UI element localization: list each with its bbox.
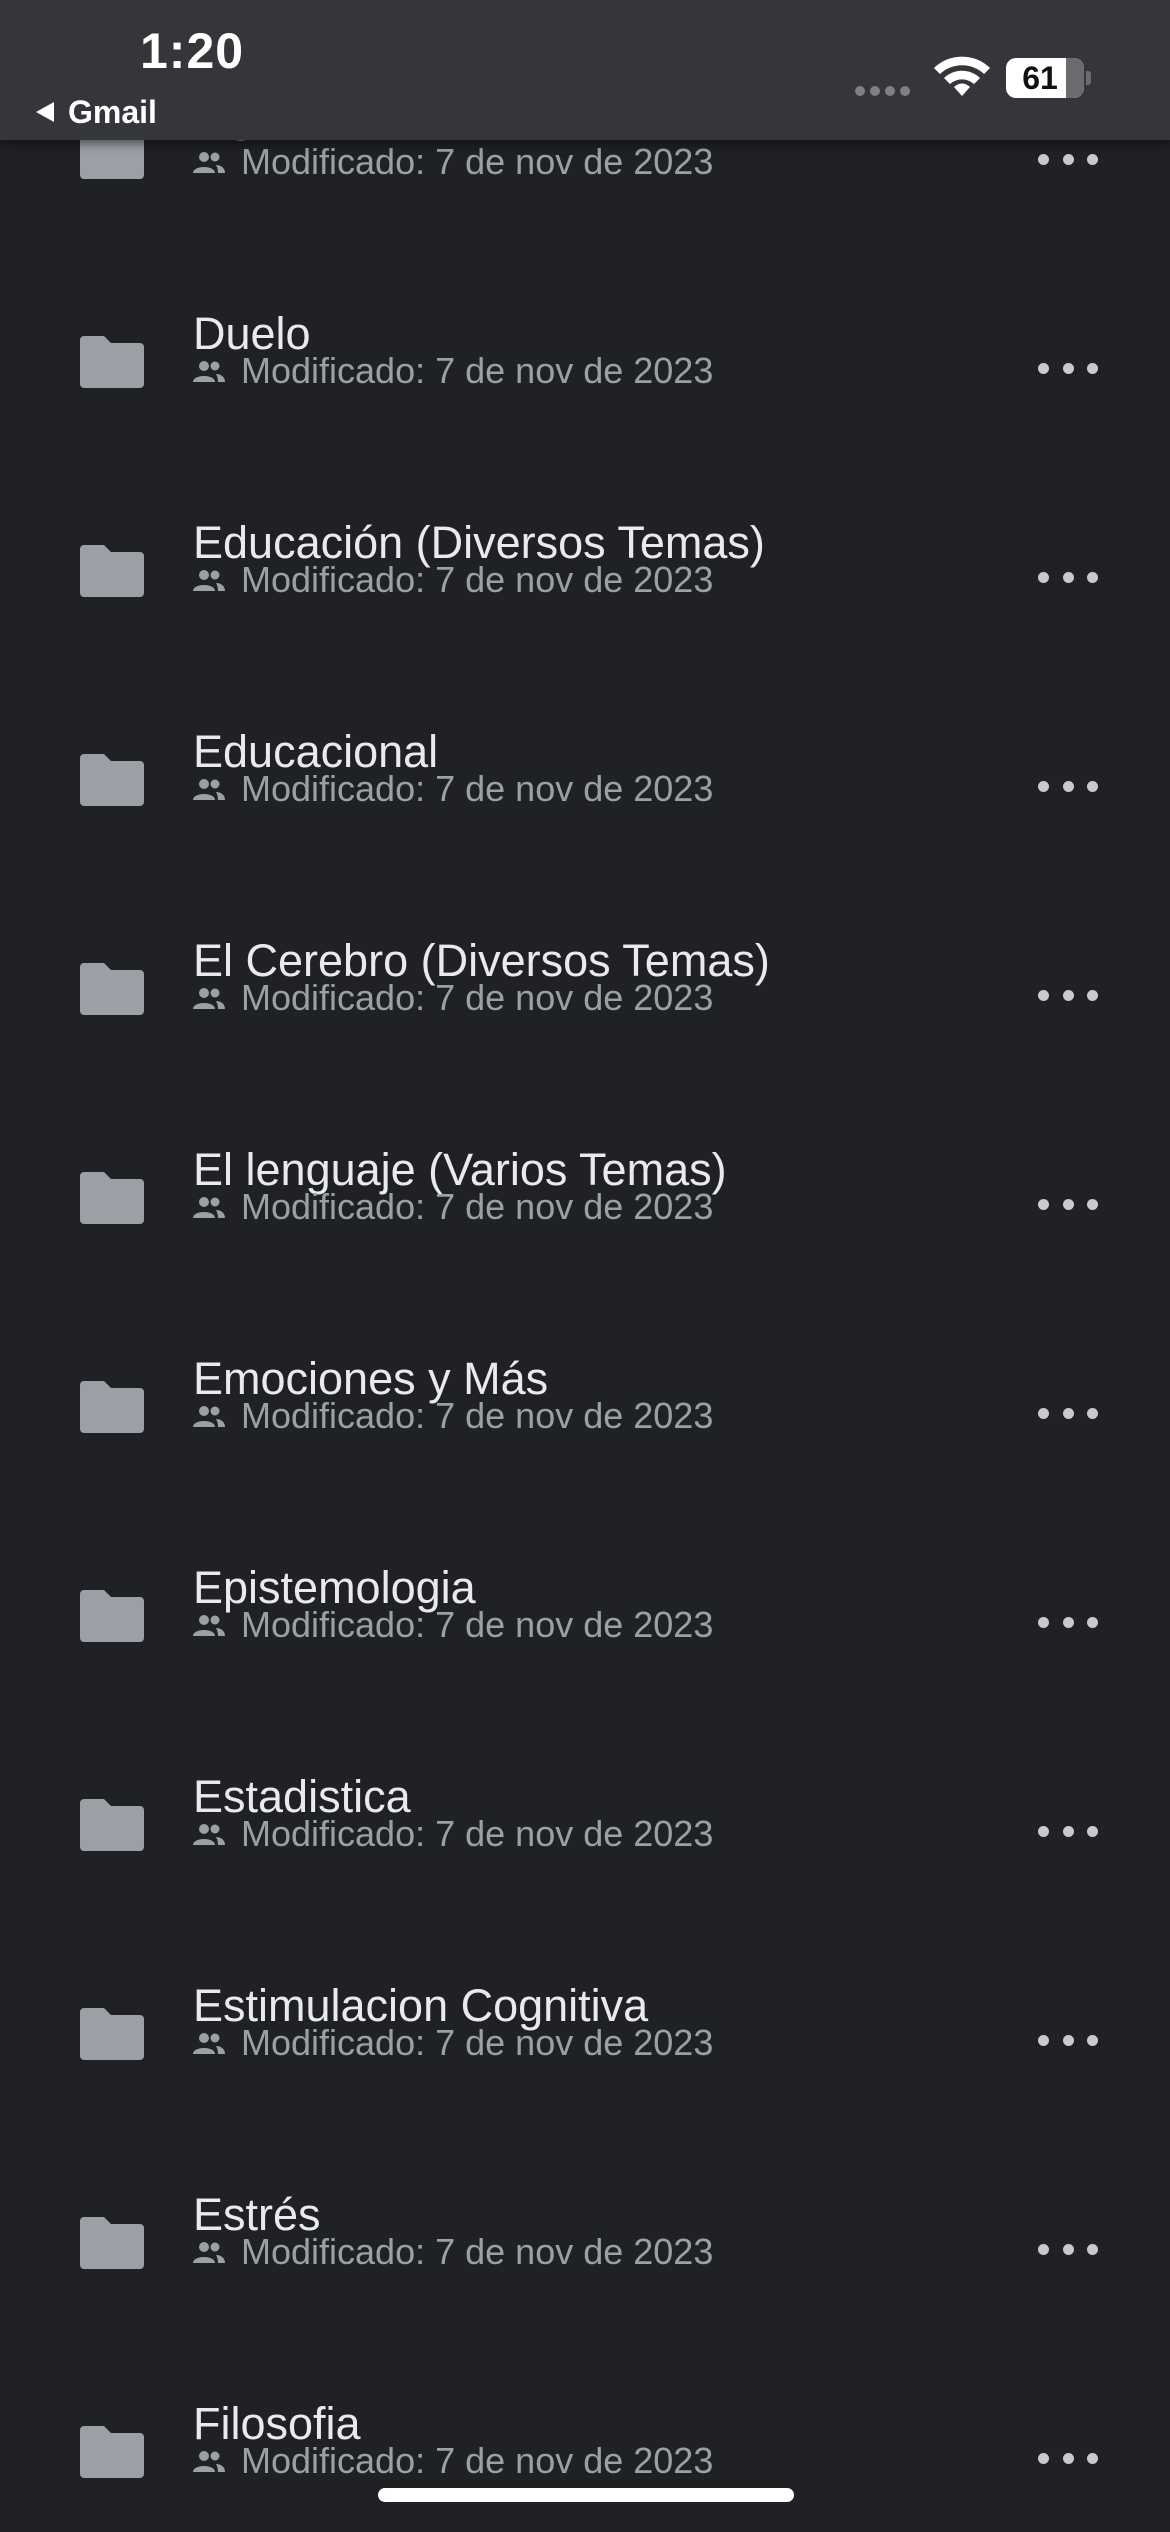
folder-icon bbox=[80, 1799, 144, 1851]
more-options-button[interactable] bbox=[1038, 975, 1098, 1015]
modified-date: Modificado: 7 de nov de 2023 bbox=[241, 2440, 714, 2481]
file-row[interactable]: Duelo Modificado: 7 de nov de 2023 bbox=[0, 238, 1170, 447]
file-row[interactable]: Estadistica Modificado: 7 de nov de 2023 bbox=[0, 1701, 1170, 1910]
folder-icon bbox=[80, 2008, 144, 2060]
more-options-button[interactable] bbox=[1038, 766, 1098, 806]
back-to-gmail-button[interactable]: Gmail bbox=[36, 92, 157, 132]
shared-people-icon bbox=[193, 2033, 225, 2054]
file-row[interactable]: Educacional Modificado: 7 de nov de 2023 bbox=[0, 656, 1170, 865]
shared-people-icon bbox=[193, 570, 225, 591]
wifi-icon bbox=[934, 56, 990, 96]
shared-people-icon bbox=[193, 988, 225, 1009]
file-meta: Modificado: 7 de nov de 2023 bbox=[193, 144, 713, 180]
battery-icon: 61 bbox=[1006, 58, 1084, 98]
shared-people-icon bbox=[193, 2242, 225, 2263]
battery-tip bbox=[1086, 71, 1091, 85]
modified-date: Modificado: 7 de nov de 2023 bbox=[241, 768, 714, 809]
folder-icon bbox=[80, 2426, 144, 2478]
cellular-signal-icon bbox=[855, 86, 910, 96]
back-app-label: Gmail bbox=[68, 93, 157, 130]
more-options-button[interactable] bbox=[1038, 557, 1098, 597]
more-options-button[interactable] bbox=[1038, 1184, 1098, 1224]
shared-people-icon bbox=[193, 1615, 225, 1636]
shared-people-icon bbox=[193, 152, 225, 173]
file-meta: Modificado: 7 de nov de 2023 bbox=[193, 353, 713, 389]
more-options-button[interactable] bbox=[1038, 1602, 1098, 1642]
file-meta: Modificado: 7 de nov de 2023 bbox=[193, 771, 713, 807]
modified-date: Modificado: 7 de nov de 2023 bbox=[241, 1186, 714, 1227]
shared-people-icon bbox=[193, 1406, 225, 1427]
more-options-button[interactable] bbox=[1038, 2229, 1098, 2269]
shared-people-icon bbox=[193, 1197, 225, 1218]
shared-people-icon bbox=[193, 1824, 225, 1845]
file-row[interactable]: Educación (Diversos Temas) Modificado: 7 … bbox=[0, 447, 1170, 656]
folder-icon bbox=[80, 336, 144, 388]
file-meta: Modificado: 7 de nov de 2023 bbox=[193, 2025, 713, 2061]
file-meta: Modificado: 7 de nov de 2023 bbox=[193, 562, 713, 598]
file-row[interactable]: Epistemologia Modificado: 7 de nov de 202… bbox=[0, 1492, 1170, 1701]
file-meta: Modificado: 7 de nov de 2023 bbox=[193, 980, 713, 1016]
modified-date: Modificado: 7 de nov de 2023 bbox=[241, 350, 714, 391]
status-time: 1:20 bbox=[140, 23, 245, 79]
more-options-button[interactable] bbox=[1038, 2020, 1098, 2060]
folder-icon bbox=[80, 963, 144, 1015]
status-bar: 1:20 Gmail 61 bbox=[0, 0, 1170, 140]
folder-icon bbox=[80, 754, 144, 806]
shared-people-icon bbox=[193, 779, 225, 800]
more-options-button[interactable] bbox=[1038, 2438, 1098, 2478]
more-options-button[interactable] bbox=[1038, 1811, 1098, 1851]
file-meta: Modificado: 7 de nov de 2023 bbox=[193, 2234, 713, 2270]
modified-date: Modificado: 7 de nov de 2023 bbox=[241, 559, 714, 600]
folder-icon bbox=[80, 545, 144, 597]
modified-date: Modificado: 7 de nov de 2023 bbox=[241, 1395, 714, 1436]
modified-date: Modificado: 7 de nov de 2023 bbox=[241, 977, 714, 1018]
modified-date: Modificado: 7 de nov de 2023 bbox=[241, 141, 714, 182]
file-row[interactable]: Emociones y Más Modificado: 7 de nov de 2… bbox=[0, 1283, 1170, 1492]
file-row[interactable]: El Cerebro (Diversos Temas) Modificado: 7… bbox=[0, 865, 1170, 1074]
modified-date: Modificado: 7 de nov de 2023 bbox=[241, 2022, 714, 2063]
more-options-button[interactable] bbox=[1038, 139, 1098, 179]
file-meta: Modificado: 7 de nov de 2023 bbox=[193, 1816, 713, 1852]
file-row[interactable]: Estimulacion Cognitiva Modificado: 7 de n… bbox=[0, 1910, 1170, 2119]
shared-people-icon bbox=[193, 2451, 225, 2472]
file-row[interactable]: Estrés Modificado: 7 de nov de 2023 bbox=[0, 2119, 1170, 2328]
folder-icon bbox=[80, 2217, 144, 2269]
more-options-button[interactable] bbox=[1038, 1393, 1098, 1433]
file-meta: Modificado: 7 de nov de 2023 bbox=[193, 1398, 713, 1434]
file-meta: Modificado: 7 de nov de 2023 bbox=[193, 1607, 713, 1643]
modified-date: Modificado: 7 de nov de 2023 bbox=[241, 2231, 714, 2272]
modified-date: Modificado: 7 de nov de 2023 bbox=[241, 1813, 714, 1854]
file-meta: Modificado: 7 de nov de 2023 bbox=[193, 1189, 713, 1225]
modified-date: Modificado: 7 de nov de 2023 bbox=[241, 1604, 714, 1645]
file-meta: Modificado: 7 de nov de 2023 bbox=[193, 2443, 713, 2479]
folder-icon bbox=[80, 1381, 144, 1433]
back-arrow-icon bbox=[36, 102, 54, 122]
folder-icon bbox=[80, 1172, 144, 1224]
folder-icon bbox=[80, 1590, 144, 1642]
file-row[interactable]: El lenguaje (Varios Temas) Modificado: 7 … bbox=[0, 1074, 1170, 1283]
battery-level: 61 bbox=[1022, 59, 1058, 96]
home-indicator[interactable] bbox=[378, 2488, 794, 2502]
more-options-button[interactable] bbox=[1038, 348, 1098, 388]
shared-people-icon bbox=[193, 361, 225, 382]
